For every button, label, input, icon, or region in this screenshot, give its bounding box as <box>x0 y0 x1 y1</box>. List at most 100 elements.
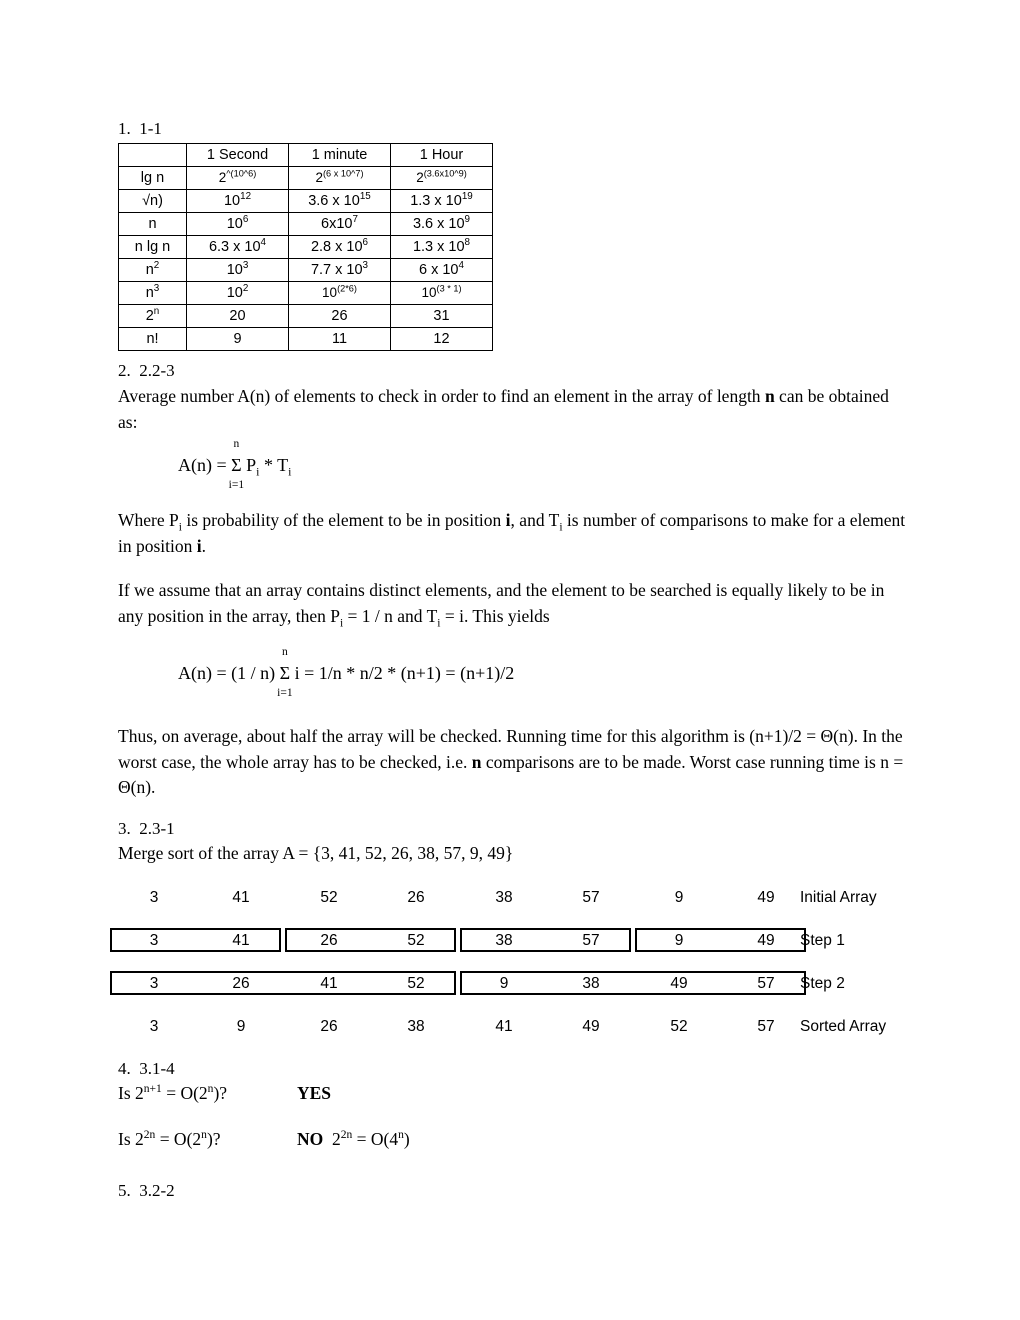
p4q2-text-b: = O(2 <box>155 1129 202 1149</box>
cell-superscript: (6 x 10^7) <box>323 168 364 179</box>
merge-sort-step-label: Step 2 <box>800 975 845 992</box>
merge-sort-value: 3 <box>149 889 159 906</box>
merge-sort-value: 49 <box>757 932 775 949</box>
table-cell: 9 <box>186 327 289 351</box>
merge-sort-value: 41 <box>232 889 250 906</box>
merge-sort-value: 52 <box>670 1018 688 1035</box>
p2-text-a: Average number A(n) of elements to check… <box>118 386 765 406</box>
merge-sort-row: 3 41 26 52 38 57 9 49 Step 1 <box>110 928 908 954</box>
formula1-sigma-glyph: Σ <box>231 455 242 475</box>
cell-superscript: 19 <box>461 191 473 203</box>
problem-4-answer-1: YES <box>297 1083 332 1103</box>
table-row: √n) 1012 3.6 x 1015 1.3 x 1019 <box>118 189 493 213</box>
merge-sort-value: 57 <box>757 1018 775 1035</box>
table-row-label: n! <box>118 327 187 351</box>
table-row-label: lg n <box>118 166 187 190</box>
merge-sort-row: 3 9 26 38 41 49 52 57 Sorted Array <box>118 1014 908 1040</box>
table-corner-cell <box>118 143 187 167</box>
merge-sort-step-label: Step 1 <box>800 932 845 949</box>
p2c-text-b: = 1 / n and T <box>343 605 438 626</box>
table-cell: 1.3 x 1019 <box>390 189 493 213</box>
table-cell: 31 <box>390 304 493 328</box>
table-cell: 3.6 x 1015 <box>288 189 391 213</box>
merge-sort-value: 9 <box>236 1018 246 1035</box>
document-page: 1. 1-1 1 Second 1 minute 1 Hour lg n 2^(10^6… <box>0 0 1020 1320</box>
merge-sort-value: 3 <box>149 1018 159 1035</box>
formula-average-definition: A(n) = n Σi=1 Pi * Ti <box>178 438 291 491</box>
merge-sort-value: 41 <box>232 932 250 949</box>
table-row: n 106 6x107 3.6 x 109 <box>118 212 493 236</box>
merge-sort-value: 57 <box>582 932 600 949</box>
table-column-header: 1 Second <box>186 143 289 167</box>
merge-sort-value: 26 <box>320 932 338 949</box>
cell-superscript: 4 <box>458 260 464 272</box>
formula-average-result: A(n) = (1 / n) n Σi=1 i = 1/n * n/2 * (n+… <box>178 646 515 699</box>
p4a2-text-c: ) <box>403 1129 410 1149</box>
problem-4-answer-2: NO 22n = O(4n) <box>297 1128 410 1150</box>
merge-sort-value: 57 <box>757 975 775 992</box>
p2c-text-c: = i. This yields <box>440 605 550 626</box>
cell-superscript: 3 <box>242 260 249 272</box>
table-cell: 7.7 x 103 <box>288 258 391 282</box>
formula2-tail: i = 1/n * n/2 * (n+1) = (n+1)/2 <box>290 663 515 683</box>
formula1-tail2: * T <box>259 455 289 475</box>
table-cell: 10(2*6) <box>288 281 391 305</box>
table-cell: 10(3 * 1) <box>390 281 493 305</box>
merge-sort-value: 52 <box>320 889 338 906</box>
formula2-lower-limit: i=1 <box>277 687 293 699</box>
cell-superscript: 6 <box>362 237 369 249</box>
cell-superscript: 12 <box>240 191 252 203</box>
p4q2-text-a: Is 2 <box>118 1129 144 1149</box>
table-row-label: √n) <box>118 189 187 213</box>
cell-superscript: 4 <box>260 237 267 249</box>
formula2-sigma-glyph: Σ <box>279 663 291 683</box>
p4q2-text-c: )? <box>206 1129 221 1149</box>
formula2-lead: A(n) = (1 / n) <box>178 663 280 683</box>
merge-sort-row: 3 26 41 52 9 38 49 57 Step 2 <box>110 971 908 997</box>
problem-2-paragraph-2: Where Pi is probability of the element t… <box>118 508 908 559</box>
table-row-label: 2n <box>118 304 187 328</box>
table-cell: 2(3.6x10^9) <box>390 166 493 190</box>
p4q1-text-b: = O(2 <box>161 1083 208 1103</box>
table-cell: 3.6 x 109 <box>390 212 493 236</box>
row-label-superscript: n <box>153 306 160 318</box>
problem-4-question-2: Is 22n = O(2n)? <box>118 1128 221 1150</box>
merge-sort-value: 3 <box>149 975 159 992</box>
p4q1-sup-1: n+1 <box>143 1083 162 1096</box>
merge-sort-value: 26 <box>232 975 250 992</box>
table-cell: 2(6 x 10^7) <box>288 166 391 190</box>
p4a2-sup-1: 2n <box>340 1129 353 1142</box>
merge-sort-value: 38 <box>407 1018 425 1035</box>
table-cell: 6 x 104 <box>390 258 493 282</box>
table-column-header: 1 Hour <box>390 143 493 167</box>
merge-sort-value: 26 <box>407 889 425 906</box>
table-row-label: n3 <box>118 281 187 305</box>
cell-superscript: 2 <box>242 283 249 295</box>
formula1-lower-limit: i=1 <box>228 479 245 491</box>
cell-superscript: 7 <box>352 214 358 226</box>
merge-sort-value: 26 <box>320 1018 338 1035</box>
table-row: n3 102 10(2*6) 10(3 * 1) <box>118 281 493 305</box>
table-cell: 103 <box>186 258 289 282</box>
problem-3-heading: 3. 2.3-1 <box>118 819 175 838</box>
table-cell: 2^(10^6) <box>186 166 289 190</box>
problem-2-paragraph-3: If we assume that an array contains dist… <box>118 578 908 629</box>
table-header-row: 1 Second 1 minute 1 Hour <box>118 143 493 167</box>
problem-2-paragraph-4: Thus, on average, about half the array w… <box>118 724 908 801</box>
table-cell: 1.3 x 108 <box>390 235 493 259</box>
table-cell: 6x107 <box>288 212 391 236</box>
cell-superscript: (3 * 1) <box>436 283 462 294</box>
table-cell: 6.3 x 104 <box>186 235 289 259</box>
p4a2-text-a: 2 <box>323 1129 341 1149</box>
p4a2-text-b: = O(4 <box>352 1129 399 1149</box>
problem-2-paragraph-1: Average number A(n) of elements to check… <box>118 384 908 435</box>
table-row: n! 9 11 12 <box>118 327 493 351</box>
problem-5-heading: 5. 3.2-2 <box>118 1181 175 1200</box>
cell-superscript: 6 <box>242 214 249 226</box>
table-cell: 2.8 x 106 <box>288 235 391 259</box>
merge-sort-step-label: Initial Array <box>800 889 877 906</box>
merge-sort-value: 9 <box>674 889 684 906</box>
row-label-superscript: 2 <box>153 260 160 272</box>
table-row: lg n 2^(10^6) 2(6 x 10^7) 2(3.6x10^9) <box>118 166 493 190</box>
p2b-text-c: , and T <box>510 510 560 530</box>
